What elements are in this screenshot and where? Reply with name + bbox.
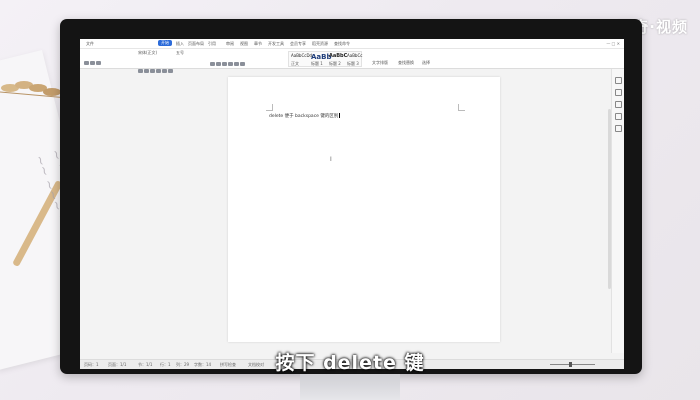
copy-icon[interactable] — [96, 61, 101, 65]
margin-mark-left — [266, 104, 273, 111]
style-sample-heading3[interactable]: AaBbCc — [347, 53, 362, 58]
tab-layout[interactable]: 页面布局 — [188, 41, 204, 47]
font-size-select[interactable]: 五号 — [176, 50, 184, 56]
tab-review[interactable]: 审阅 — [226, 41, 234, 47]
paste-icon[interactable] — [84, 61, 89, 65]
strikethrough-icon[interactable] — [156, 69, 161, 73]
cut-icon[interactable] — [90, 61, 95, 65]
underline-icon[interactable] — [150, 69, 155, 73]
font-name-select[interactable]: 宋体(正文) — [138, 50, 157, 56]
style-label-normal: 正文 — [291, 61, 299, 66]
tab-developer[interactable]: 开发工具 — [268, 41, 284, 47]
style-sample-normal[interactable]: AaBbCcDd — [291, 53, 312, 58]
screen: 文件 开始 插入 页面布局 引用 审阅 视图 章节 开发工具 会员专享 稻壳资源… — [80, 39, 624, 369]
menu-item-file[interactable]: 文件 — [86, 41, 94, 47]
mouse-ibeam-cursor-icon: I — [330, 156, 332, 163]
margin-mark-right — [458, 104, 465, 111]
search-command[interactable]: 查找命令 — [334, 41, 350, 47]
select-button[interactable]: 选择 — [422, 60, 430, 66]
find-replace-button[interactable]: 查找替换 — [398, 60, 414, 66]
tab-home[interactable]: 开始 — [158, 40, 172, 46]
tab-member[interactable]: 会员专享 — [290, 41, 306, 47]
clipboard-group[interactable] — [84, 50, 102, 69]
style-label-heading3: 标题 3 — [347, 61, 359, 66]
style-gallery[interactable]: AaBbCcDd AaBb AaBbC AaBbCc 正文 标题 1 标题 2 … — [288, 51, 362, 67]
document-text: delete 便于 backspace 键的区别 — [269, 114, 339, 119]
document-page[interactable]: delete 便于 backspace 键的区别 — [228, 77, 500, 342]
tab-references[interactable]: 引用 — [208, 41, 216, 47]
highlight-icon[interactable] — [168, 69, 173, 73]
monitor-stand — [300, 374, 400, 400]
text-cursor — [339, 113, 341, 118]
sidebar-tool-icon-5[interactable] — [615, 125, 622, 132]
right-sidebar — [611, 69, 624, 353]
sidebar-tool-icon-1[interactable] — [615, 77, 622, 84]
document-text-line[interactable]: delete 便于 backspace 键的区别 — [269, 113, 341, 119]
title-bar: 文件 开始 插入 页面布局 引用 审阅 视图 章节 开发工具 会员专享 稻壳资源… — [80, 39, 624, 49]
italic-icon[interactable] — [144, 69, 149, 73]
bullets-icon[interactable] — [210, 62, 215, 66]
sidebar-tool-icon-2[interactable] — [615, 89, 622, 96]
align-right-icon[interactable] — [240, 62, 245, 66]
numbering-icon[interactable] — [216, 62, 221, 66]
font-color-icon[interactable] — [162, 69, 167, 73]
ribbon-toolbar: 宋体(正文) 五号 AaBbCcDd AaBb AaBbC AaBbCc 正文 … — [80, 49, 624, 73]
align-center-icon[interactable] — [234, 62, 239, 66]
monitor-frame: 文件 开始 插入 页面布局 引用 审阅 视图 章节 开发工具 会员专享 稻壳资源… — [60, 19, 642, 374]
tab-insert[interactable]: 插入 — [176, 41, 184, 47]
style-label-heading1: 标题 1 — [311, 61, 323, 66]
tab-chapter[interactable]: 章节 — [254, 41, 262, 47]
sidebar-tool-icon-4[interactable] — [615, 113, 622, 120]
window-controls[interactable]: — □ ✕ — [606, 41, 620, 46]
font-format-group — [138, 58, 174, 77]
tab-view[interactable]: 视图 — [240, 41, 248, 47]
align-left-icon[interactable] — [228, 62, 233, 66]
tab-docer[interactable]: 稻壳资源 — [312, 41, 328, 47]
style-sample-heading2[interactable]: AaBbC — [329, 53, 347, 59]
paragraph-group — [210, 51, 246, 70]
indent-icon[interactable] — [222, 62, 227, 66]
bold-icon[interactable] — [138, 69, 143, 73]
style-label-heading2: 标题 2 — [329, 61, 341, 66]
text-layout-button[interactable]: 文字排版 — [372, 60, 388, 66]
sidebar-tool-icon-3[interactable] — [615, 101, 622, 108]
video-subtitle: 按下 delete 键 — [275, 352, 425, 374]
